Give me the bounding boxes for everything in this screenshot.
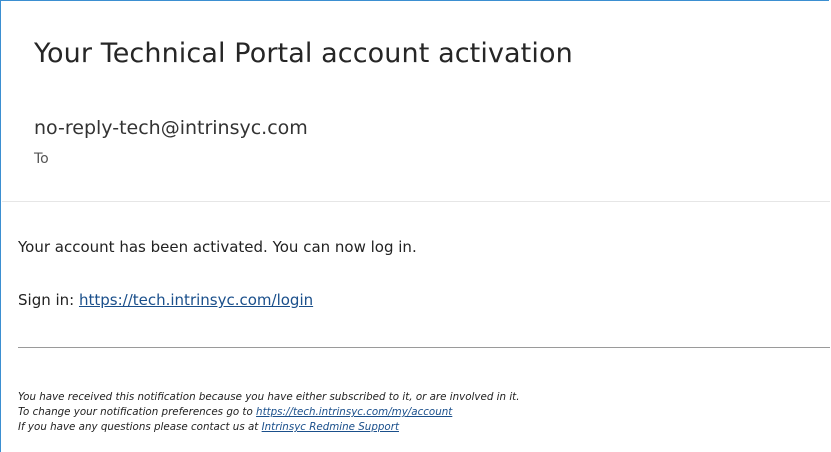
email-sender[interactable]: no-reply-tech@intrinsyc.com	[34, 117, 308, 139]
email-footer: You have received this notification beca…	[18, 390, 828, 435]
email-subject: Your Technical Portal account activation	[34, 38, 573, 69]
footer-line-3: If you have any questions please contact…	[18, 420, 828, 435]
email-reading-pane: Your Technical Portal account activation…	[0, 0, 830, 452]
footer-line-1: You have received this notification beca…	[18, 391, 520, 403]
signin-prefix: Sign in:	[18, 291, 79, 309]
activation-message: Your account has been activated. You can…	[18, 238, 417, 256]
divider	[18, 347, 830, 348]
footer-line-2-prefix: To change your notification preferences …	[18, 406, 257, 418]
signin-line: Sign in: https://tech.intrinsyc.com/logi…	[18, 291, 313, 309]
footer-line-3-prefix: If you have any questions please contact…	[18, 421, 262, 433]
account-preferences-link[interactable]: https://tech.intrinsyc.com/my/account	[256, 406, 452, 418]
footer-line-2: To change your notification preferences …	[18, 405, 828, 420]
support-link[interactable]: Intrinsyc Redmine Support	[262, 421, 399, 433]
to-label: To	[34, 151, 49, 167]
email-header: Your Technical Portal account activation…	[2, 2, 830, 202]
signin-link[interactable]: https://tech.intrinsyc.com/login	[79, 291, 313, 309]
